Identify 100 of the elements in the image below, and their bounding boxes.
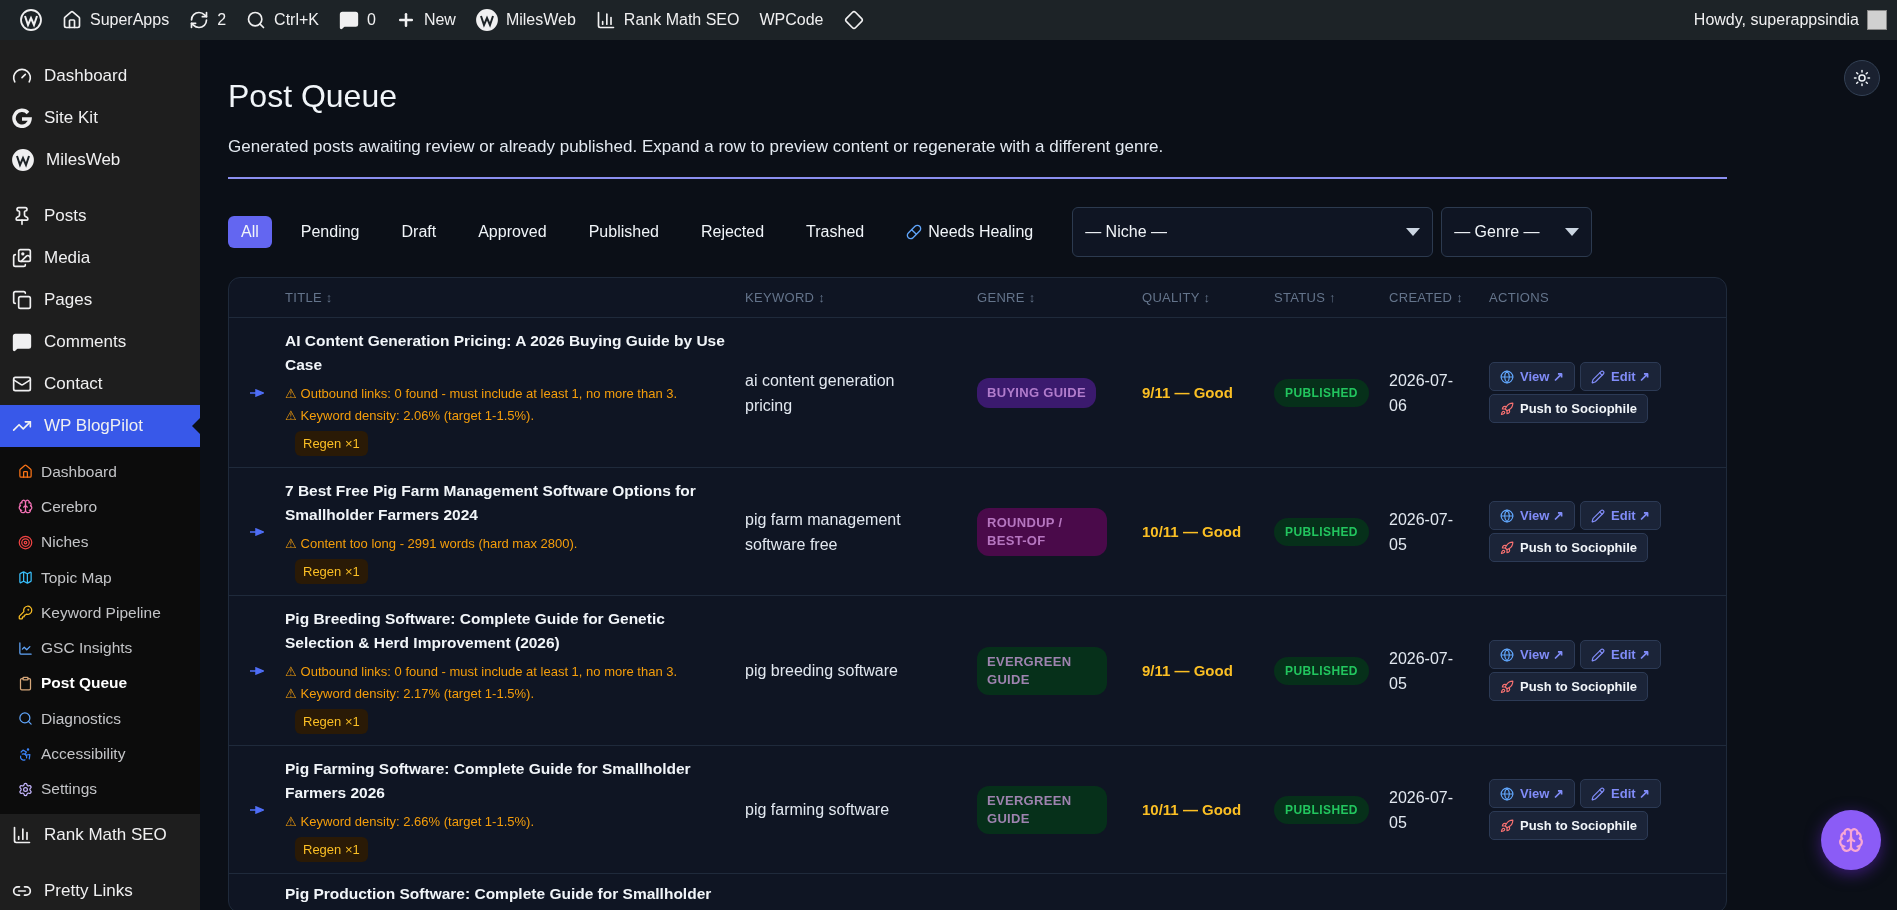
home-icon xyxy=(62,10,82,30)
submenu-item[interactable]: Cerebro xyxy=(0,489,200,525)
admin-bar-item[interactable]: MilesWeb xyxy=(465,0,586,40)
globe-icon xyxy=(1500,647,1514,662)
view-button[interactable]: View ↗ xyxy=(1489,640,1575,669)
quality-score: 10/11 — Good xyxy=(1142,801,1243,818)
edit-button[interactable]: Edit ↗ xyxy=(1580,362,1662,391)
submenu-item[interactable]: Post Queue xyxy=(0,665,200,702)
column-header[interactable]: TITLE ↕ xyxy=(285,290,745,305)
warning-text: ⚠ Keyword density: 2.06% (target 1-1.5%). xyxy=(285,407,534,425)
expand-icon[interactable] xyxy=(250,527,264,536)
view-button[interactable]: View ↗ xyxy=(1489,779,1575,808)
filter-tab[interactable]: Rejected xyxy=(687,216,778,248)
admin-bar-item[interactable]: New xyxy=(385,0,466,40)
edit-button[interactable]: Edit ↗ xyxy=(1580,640,1662,669)
push-button[interactable]: Push to Sociophile xyxy=(1489,811,1648,840)
push-button[interactable]: Push to Sociophile xyxy=(1489,533,1648,562)
sidebar-item[interactable]: Pages xyxy=(0,279,200,321)
search-icon xyxy=(246,10,267,30)
push-button[interactable]: Push to Sociophile xyxy=(1489,394,1648,423)
sidebar-item[interactable]: Pretty Links xyxy=(0,869,200,910)
comment-icon xyxy=(339,10,359,30)
regen-count: Regen ×1 xyxy=(295,431,368,456)
admin-bar-item[interactable]: WPCode xyxy=(749,0,834,40)
post-title: Pig Farming Software: Complete Guide for Smallholder Farmers 2026 xyxy=(285,759,692,803)
sidebar-item[interactable]: Comments xyxy=(0,321,200,363)
filter-tab[interactable]: Approved xyxy=(465,216,560,248)
admin-bar-item[interactable]: SuperApps xyxy=(52,0,180,40)
filter-tab[interactable]: Pending xyxy=(287,216,373,248)
column-header[interactable]: KEYWORD ↕ xyxy=(745,290,977,305)
sidebar-item[interactable]: Dashboard xyxy=(0,55,200,97)
column-header[interactable]: QUALITY ↕ xyxy=(1142,290,1274,305)
sidebar-item[interactable]: WP BlogPilot xyxy=(0,405,200,447)
regen-count: Regen ×1 xyxy=(295,559,368,584)
bar-chart-icon xyxy=(595,10,616,30)
expand-icon[interactable] xyxy=(250,388,264,397)
submenu-item[interactable]: Niches xyxy=(0,524,200,560)
column-header[interactable]: STATUS ↑ xyxy=(1274,290,1389,305)
line-chart-icon xyxy=(18,640,33,656)
submenu-item[interactable]: Accessibility xyxy=(0,736,200,772)
submenu-item[interactable]: GSC Insights xyxy=(0,630,200,666)
caret-icon xyxy=(1406,228,1421,236)
expand-icon[interactable] xyxy=(250,666,264,675)
post-title: 7 Best Free Pig Farm Management Software Options for Smallholder Farmers 2024 xyxy=(285,481,697,525)
account-menu[interactable]: Howdy, superappsindia xyxy=(1693,10,1887,30)
status-tag: PUBLISHED xyxy=(1274,378,1369,407)
theme-toggle-button[interactable] xyxy=(1844,60,1880,96)
sidebar-item[interactable]: Rank Math SEO xyxy=(0,813,200,856)
admin-bar-item[interactable]: Rank Math SEO xyxy=(585,0,750,40)
pencil-icon xyxy=(1591,786,1605,801)
filter-tab[interactable]: All xyxy=(228,216,272,248)
current-pointer xyxy=(192,418,200,434)
submenu-item[interactable]: Keyword Pipeline xyxy=(0,595,200,631)
edit-button[interactable]: Edit ↗ xyxy=(1580,501,1662,530)
g-logo-icon xyxy=(12,108,32,128)
submenu-item[interactable]: Settings xyxy=(0,771,200,807)
mail-icon xyxy=(12,374,32,394)
expand-icon[interactable] xyxy=(250,805,264,814)
submenu-item[interactable]: Dashboard xyxy=(0,454,200,490)
page-title: Post Queue xyxy=(228,78,398,115)
dropdown[interactable]: — Niche — xyxy=(1072,207,1434,257)
filter-tab[interactable]: Published xyxy=(575,216,672,248)
submenu-item[interactable]: Topic Map xyxy=(0,559,200,596)
admin-bar-item[interactable]: 2 xyxy=(179,0,237,40)
pencil-icon xyxy=(1591,369,1605,384)
filter-tab[interactable]: Draft xyxy=(388,216,450,248)
column-header[interactable]: CREATED ↕ xyxy=(1389,290,1489,305)
created-date: 2026-07-05 xyxy=(1389,509,1455,555)
house-icon xyxy=(18,464,33,480)
admin-bar-item[interactable]: Ctrl+K xyxy=(236,0,329,40)
admin-bar-item[interactable]: 0 xyxy=(329,0,386,40)
warning-text: ⚠ Content too long - 2991 words (hard max 2800). xyxy=(285,535,578,553)
filter-tab[interactable]: Trashed xyxy=(793,216,878,248)
globe-icon xyxy=(1500,508,1514,523)
sidebar-item[interactable]: Contact xyxy=(0,363,200,405)
view-button[interactable]: View ↗ xyxy=(1489,362,1575,391)
clipboard-icon xyxy=(18,675,33,691)
column-header[interactable]: GENRE ↕ xyxy=(977,290,1142,305)
pencil-icon xyxy=(1591,508,1605,523)
brain-icon xyxy=(1838,827,1864,853)
sidebar-item[interactable]: Media xyxy=(0,237,200,279)
post-title: Pig Production Software: Complete Guide for Smallholder xyxy=(285,884,712,904)
submenu-item[interactable]: Diagnostics xyxy=(0,701,200,737)
status-tag: PUBLISHED xyxy=(1274,656,1369,685)
sidebar-item[interactable]: Posts xyxy=(0,195,200,237)
rocket-icon xyxy=(1500,401,1514,416)
filter-tab[interactable]: Needs Healing xyxy=(893,216,1047,248)
sidebar-item[interactable]: Site Kit xyxy=(0,97,200,139)
warning-text: ⚠ Outbound links: 0 found - must include at least 1, no more than 3. xyxy=(285,385,678,403)
regen-count: Regen ×1 xyxy=(295,837,368,862)
sidebar-item[interactable]: MilesWeb xyxy=(0,139,200,181)
push-button[interactable]: Push to Sociophile xyxy=(1489,672,1648,701)
status-tag: PUBLISHED xyxy=(1274,795,1369,824)
edit-button[interactable]: Edit ↗ xyxy=(1580,779,1662,808)
genre-tag: BUYING GUIDE xyxy=(977,377,1096,408)
dropdown[interactable]: — Genre — xyxy=(1441,207,1593,257)
created-date: 2026-07-06 xyxy=(1389,370,1455,416)
assistant-button[interactable] xyxy=(1821,810,1881,870)
view-button[interactable]: View ↗ xyxy=(1489,501,1575,530)
created-date: 2026-07-05 xyxy=(1389,648,1455,694)
